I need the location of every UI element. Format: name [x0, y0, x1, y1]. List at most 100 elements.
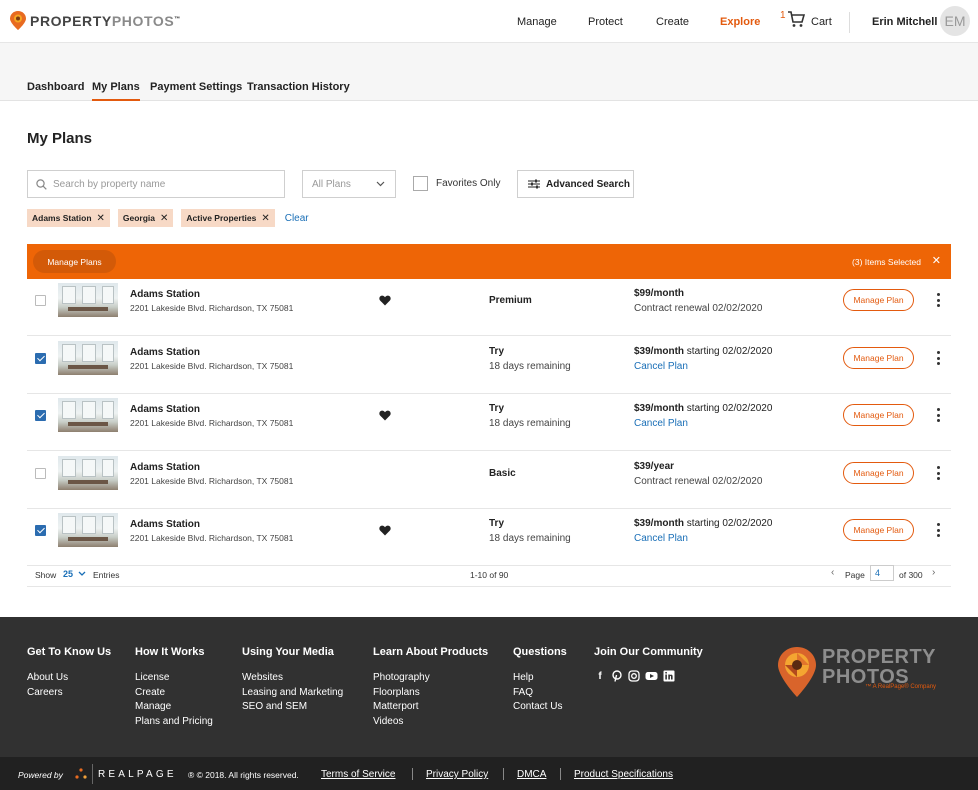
youtube-icon[interactable]	[645, 670, 658, 682]
tab-dashboard[interactable]: Dashboard	[27, 81, 84, 93]
row-checkbox[interactable]	[35, 525, 46, 536]
property-name[interactable]: Adams Station	[130, 519, 200, 530]
cart-button[interactable]: 1 Cart	[780, 10, 832, 28]
heart-icon[interactable]	[379, 295, 391, 306]
footer-link[interactable]: Videos	[373, 715, 488, 730]
property-name[interactable]: Adams Station	[130, 289, 200, 300]
plan-select[interactable]: All Plans	[302, 170, 396, 198]
facebook-icon[interactable]: f	[594, 670, 606, 682]
cart-icon	[788, 11, 805, 27]
footer-link[interactable]: About Us	[27, 671, 111, 686]
heart-icon[interactable]	[379, 410, 391, 421]
avatar[interactable]: EM	[940, 6, 970, 36]
cancel-plan-link[interactable]: Cancel Plan	[634, 418, 688, 429]
property-name[interactable]: Adams Station	[130, 347, 200, 358]
tab-my-plans[interactable]: My Plans	[92, 81, 140, 101]
clear-filters-link[interactable]: Clear	[285, 213, 309, 224]
privacy-link[interactable]: Privacy Policy	[426, 769, 488, 780]
footer-column: Learn About Products Photography Floorpl…	[373, 646, 488, 729]
close-icon[interactable]: ✕	[932, 254, 941, 267]
row-checkbox[interactable]	[35, 295, 46, 306]
cancel-plan-link[interactable]: Cancel Plan	[634, 361, 688, 372]
advanced-search-button[interactable]: Advanced Search	[517, 170, 634, 198]
close-icon[interactable]: ✕	[261, 213, 269, 224]
heart-icon[interactable]	[379, 525, 391, 536]
close-icon[interactable]: ✕	[160, 213, 168, 224]
page-input[interactable]: 4	[870, 565, 894, 581]
user-name[interactable]: Erin Mitchell	[872, 16, 937, 28]
footer-link[interactable]: License	[135, 671, 213, 686]
footer-column: Get To Know Us About Us Careers	[27, 646, 111, 700]
tab-transaction-history[interactable]: Transaction History	[247, 81, 350, 93]
footer-link[interactable]: FAQ	[513, 686, 567, 701]
property-name[interactable]: Adams Station	[130, 462, 200, 473]
linkedin-icon[interactable]	[663, 670, 675, 682]
contract-renewal: Contract renewal 02/02/2020	[634, 303, 763, 314]
search-input[interactable]	[53, 178, 273, 190]
instagram-icon[interactable]	[628, 670, 640, 682]
pinterest-icon[interactable]	[611, 670, 623, 682]
more-options-icon[interactable]	[935, 523, 941, 537]
property-name[interactable]: Adams Station	[130, 404, 200, 415]
manage-plan-button[interactable]: Manage Plan	[843, 462, 914, 484]
brand-logo[interactable]: PROPERTYPHOTOS™	[10, 11, 181, 30]
bulk-manage-plans-button[interactable]: Manage Plans	[33, 250, 116, 273]
entries-select[interactable]: 25	[63, 569, 73, 579]
plan-name: Try	[489, 518, 505, 529]
manage-plan-button[interactable]: Manage Plan	[843, 404, 914, 426]
row-checkbox[interactable]	[35, 353, 46, 364]
footer-link[interactable]: Matterport	[373, 700, 488, 715]
footer-link[interactable]: Create	[135, 686, 213, 701]
close-icon[interactable]: ✕	[97, 213, 105, 224]
chevron-left-icon[interactable]: ‹	[831, 567, 834, 578]
manage-plan-button[interactable]: Manage Plan	[843, 519, 914, 541]
plan-name: Try	[489, 403, 505, 414]
search-field[interactable]	[27, 170, 285, 198]
property-thumbnail[interactable]	[58, 456, 118, 490]
plan-name: Try	[489, 346, 505, 357]
nav-protect[interactable]: Protect	[588, 16, 623, 28]
footer-link[interactable]: Contact Us	[513, 700, 567, 715]
footer-link[interactable]: SEO and SEM	[242, 700, 343, 715]
footer-link[interactable]: Plans and Pricing	[135, 715, 213, 730]
footer-logo[interactable]: PROPERTY PHOTOS ™ A RealPage® Company	[778, 647, 936, 697]
dmca-link[interactable]: DMCA	[517, 769, 546, 780]
price-amount: $39/month	[634, 346, 685, 357]
property-address: 2201 Lakeside Blvd. Richardson, TX 75081	[130, 361, 294, 371]
row-checkbox[interactable]	[35, 468, 46, 479]
footer-link[interactable]: Manage	[135, 700, 213, 715]
cancel-plan-link[interactable]: Cancel Plan	[634, 533, 688, 544]
chevron-down-icon[interactable]	[78, 571, 86, 577]
footer-link[interactable]: Careers	[27, 686, 111, 701]
property-thumbnail[interactable]	[58, 283, 118, 317]
more-options-icon[interactable]	[935, 466, 941, 480]
property-thumbnail[interactable]	[58, 513, 118, 547]
page-title: My Plans	[27, 130, 93, 147]
divider	[503, 768, 504, 780]
sliders-icon	[528, 179, 540, 189]
table-row: Adams Station 2201 Lakeside Blvd. Richard…	[27, 394, 951, 451]
product-specs-link[interactable]: Product Specifications	[574, 769, 673, 780]
property-thumbnail[interactable]	[58, 398, 118, 432]
nav-create[interactable]: Create	[656, 16, 689, 28]
favorites-checkbox[interactable]	[413, 176, 428, 191]
terms-link[interactable]: Terms of Service	[321, 769, 395, 780]
selected-count: (3) Items Selected	[852, 257, 921, 267]
manage-plan-button[interactable]: Manage Plan	[843, 289, 914, 311]
footer-link[interactable]: Leasing and Marketing	[242, 686, 343, 701]
footer-link[interactable]: Floorplans	[373, 686, 488, 701]
more-options-icon[interactable]	[935, 351, 941, 365]
more-options-icon[interactable]	[935, 293, 941, 307]
chevron-right-icon[interactable]: ›	[932, 567, 935, 578]
property-thumbnail[interactable]	[58, 341, 118, 375]
more-options-icon[interactable]	[935, 408, 941, 422]
footer-link[interactable]: Websites	[242, 671, 343, 686]
manage-plan-button[interactable]: Manage Plan	[843, 347, 914, 369]
footer-link[interactable]: Photography	[373, 671, 488, 686]
nav-manage[interactable]: Manage	[517, 16, 557, 28]
nav-explore[interactable]: Explore	[720, 16, 760, 28]
tab-payment-settings[interactable]: Payment Settings	[150, 81, 242, 93]
footer-link[interactable]: Help	[513, 671, 567, 686]
row-checkbox[interactable]	[35, 410, 46, 421]
page-total: of 300	[899, 570, 923, 580]
